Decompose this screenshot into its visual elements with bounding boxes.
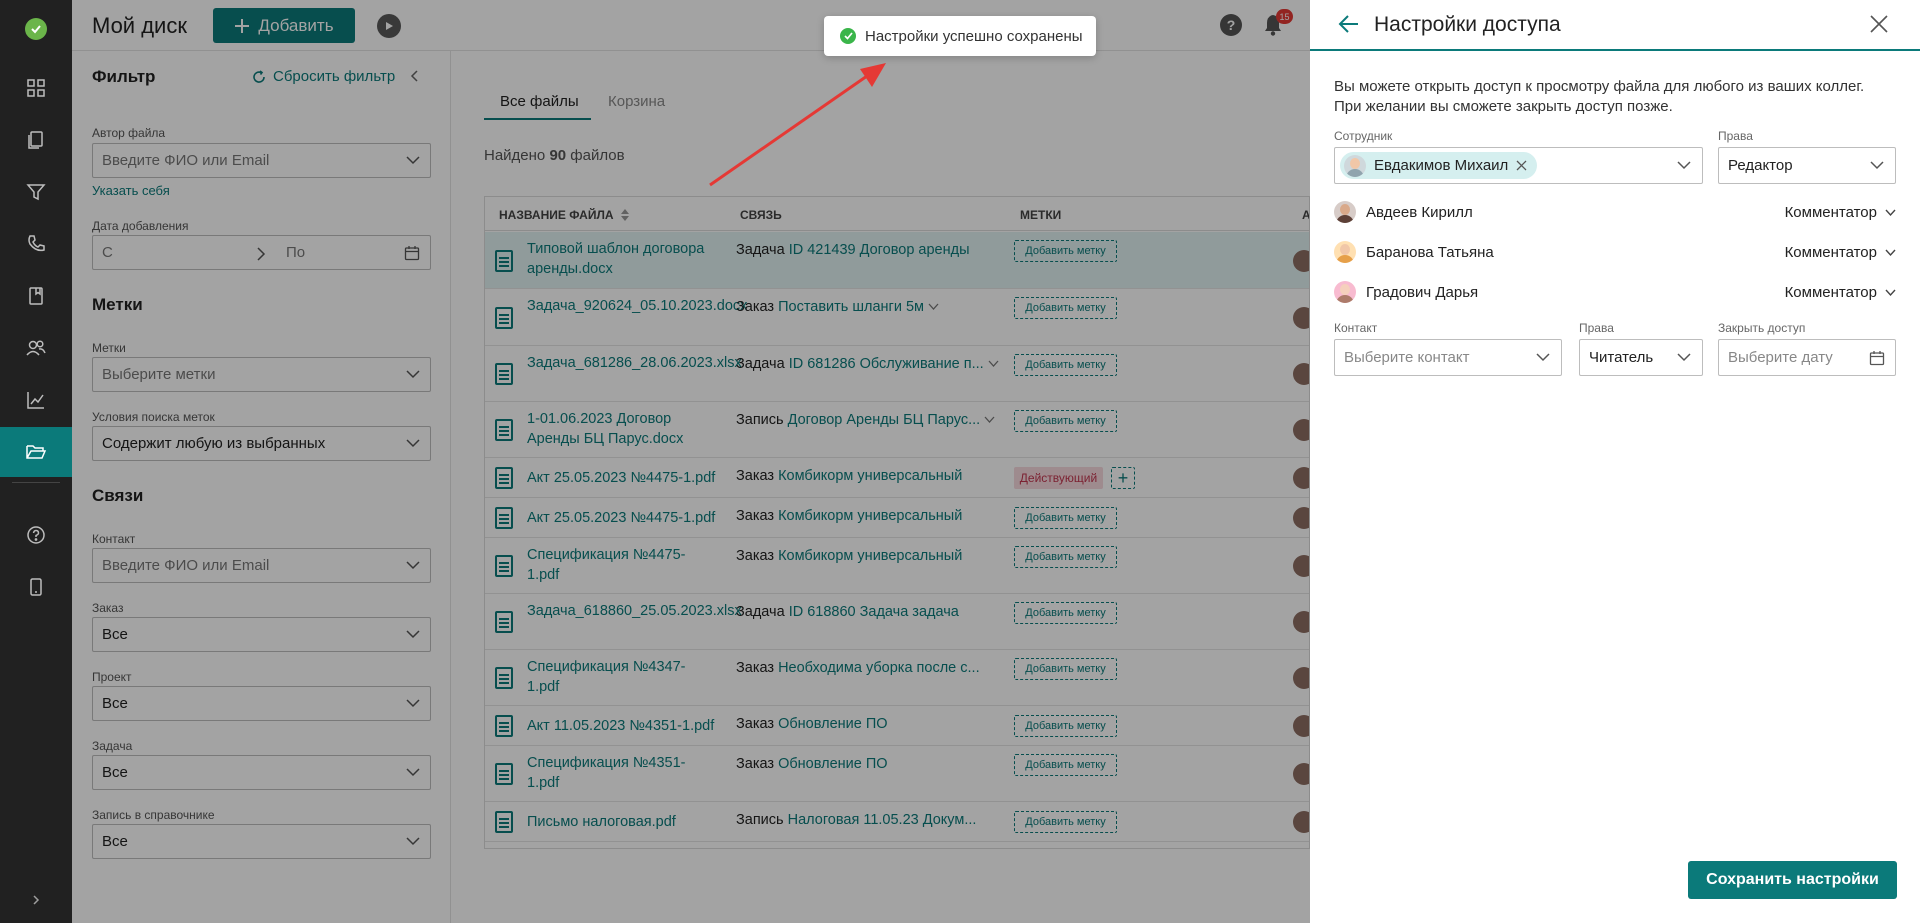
chevron-down-icon — [1677, 353, 1691, 362]
shared-person-row: Авдеев Кирилл Комментатор — [1334, 197, 1896, 227]
close-icon[interactable] — [1869, 14, 1889, 34]
rights2-label: Права — [1579, 321, 1614, 335]
panel-description: Вы можете открыть доступ к просмотру фай… — [1334, 77, 1864, 117]
panel-header: Настройки доступа — [1310, 0, 1920, 51]
close-access-label: Закрыть доступ — [1718, 321, 1806, 335]
folder-icon[interactable] — [0, 427, 72, 477]
panel-title: Настройки доступа — [1374, 13, 1561, 36]
toast-text: Настройки успешно сохранены — [865, 27, 1083, 45]
phone-icon[interactable] — [0, 219, 72, 269]
chevron-down-icon — [1885, 209, 1896, 216]
remove-chip-icon[interactable] — [1516, 160, 1527, 171]
avatar — [1334, 241, 1356, 263]
help-circle-icon[interactable] — [0, 510, 72, 560]
person-role-select[interactable]: Комментатор — [1785, 244, 1896, 261]
contact-placeholder: Выберите контакт — [1344, 349, 1470, 366]
dashboard-icon[interactable] — [0, 63, 72, 113]
check-circle-icon — [840, 28, 856, 44]
person-role-select[interactable]: Комментатор — [1785, 284, 1896, 301]
person-role: Комментатор — [1784, 204, 1877, 221]
pointer-arrow — [709, 63, 886, 187]
mobile-icon[interactable] — [0, 562, 72, 612]
success-toast: Настройки успешно сохранены — [824, 16, 1096, 56]
person-role-select[interactable]: Комментатор — [1785, 204, 1896, 221]
employee-chip: Евдакимов Михаил — [1340, 152, 1538, 179]
rights-select[interactable]: Редактор — [1718, 147, 1896, 184]
person-role: Комментатор — [1784, 284, 1877, 301]
app-logo-icon[interactable] — [25, 18, 47, 40]
chevron-down-icon — [1677, 161, 1691, 170]
employee-select[interactable]: Евдакимов Михаил — [1334, 147, 1703, 184]
person-name: Баранова Татьяна — [1366, 244, 1494, 261]
avatar — [1334, 201, 1356, 223]
employee-label: Сотрудник — [1334, 129, 1393, 143]
chevron-down-icon — [1536, 353, 1550, 362]
calendar-icon — [1869, 351, 1885, 366]
avatar — [1344, 154, 1366, 177]
users-icon[interactable] — [0, 323, 72, 373]
arrow-left-icon[interactable] — [1338, 13, 1360, 35]
documents-icon[interactable] — [0, 115, 72, 165]
shared-person-row: Градович Дарья Комментатор — [1334, 277, 1896, 307]
chevron-down-icon — [1885, 289, 1896, 296]
modal-backdrop[interactable] — [72, 0, 1310, 923]
save-settings-button[interactable]: Сохранить настройки — [1688, 861, 1897, 899]
shared-person-row: Баранова Татьяна Комментатор — [1334, 237, 1896, 267]
chart-icon[interactable] — [0, 375, 72, 425]
chevron-down-icon — [1870, 161, 1884, 170]
access-settings-panel: Настройки доступа Вы можете открыть дост… — [1310, 0, 1920, 923]
chevron-down-icon — [1885, 249, 1896, 256]
close-access-date-input[interactable]: Выберите дату — [1718, 339, 1896, 376]
person-name: Авдеев Кирилл — [1366, 204, 1473, 221]
contact-select[interactable]: Выберите контакт — [1334, 339, 1562, 376]
person-name: Градович Дарья — [1366, 284, 1479, 301]
rights2-value: Читатель — [1589, 349, 1654, 366]
person-role: Комментатор — [1784, 244, 1877, 261]
avatar — [1334, 281, 1356, 303]
app-sidebar — [0, 0, 72, 923]
rights-value: Редактор — [1728, 157, 1793, 174]
funnel-icon[interactable] — [0, 167, 72, 217]
rights-label: Права — [1718, 129, 1753, 143]
expand-sidebar-icon[interactable] — [0, 877, 72, 923]
close-access-placeholder: Выберите дату — [1728, 349, 1833, 366]
panel-description-line2: При желании вы сможете закрыть доступ по… — [1334, 98, 1673, 115]
contact-field-label: Контакт — [1334, 321, 1378, 335]
rights2-select[interactable]: Читатель — [1579, 339, 1703, 376]
panel-description-line1: Вы можете открыть доступ к просмотру фай… — [1334, 78, 1865, 95]
employee-chip-name: Евдакимов Михаил — [1374, 157, 1509, 174]
book-icon[interactable] — [0, 271, 72, 321]
